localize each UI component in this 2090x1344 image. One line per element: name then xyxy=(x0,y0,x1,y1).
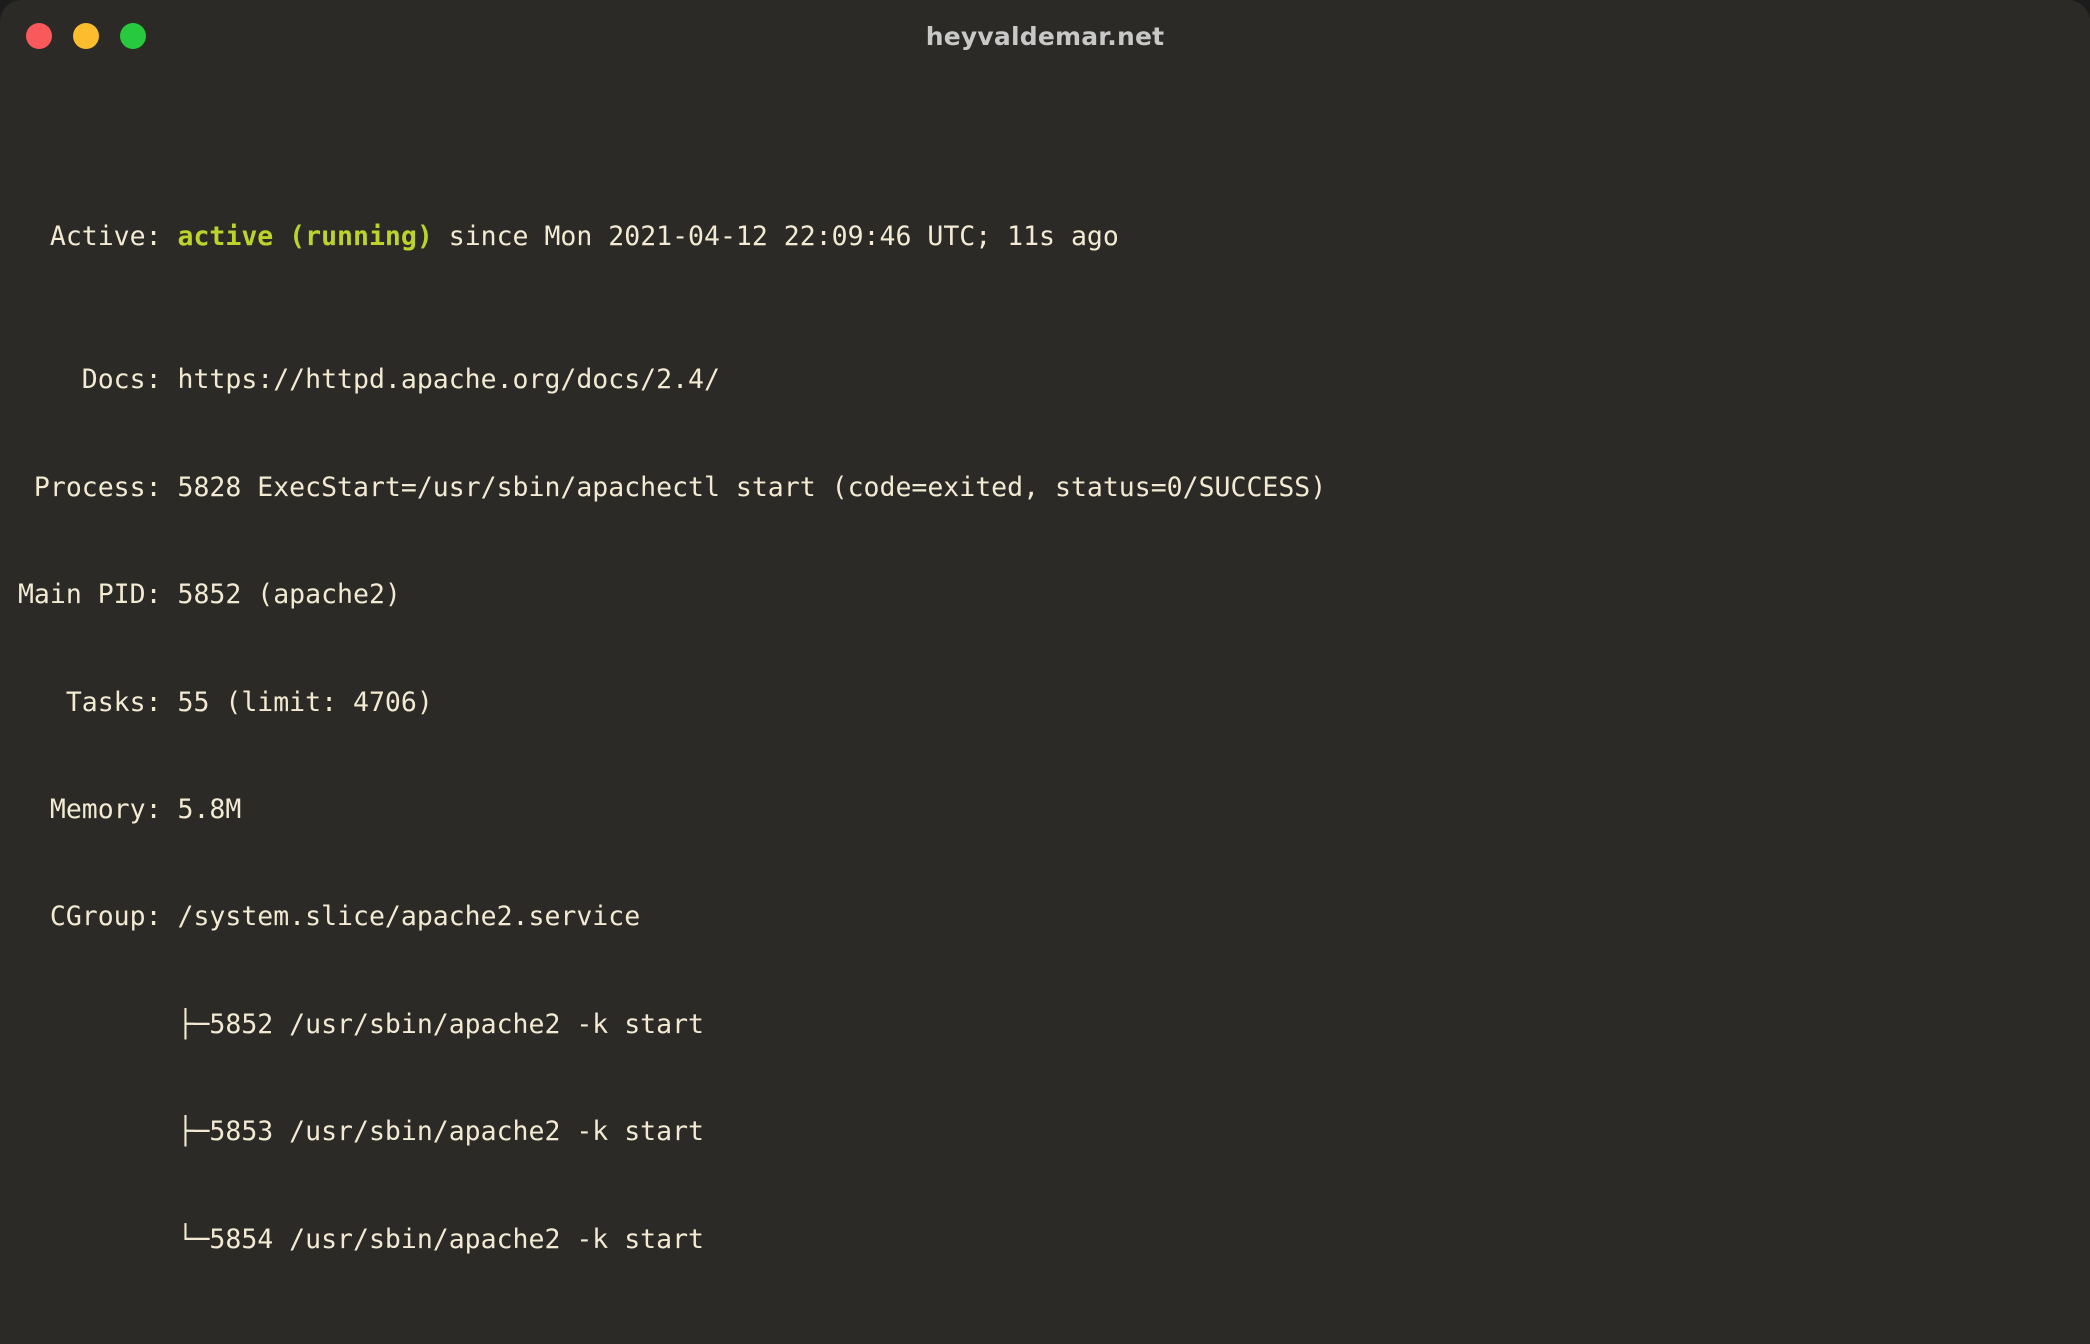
window-title: heyvaldemar.net xyxy=(925,21,1165,51)
status-line-tasks: Tasks: 55 (limit: 4706) xyxy=(2,686,433,718)
cgroup-child-line: ├─5853 /usr/sbin/apache2 -k start xyxy=(2,1116,704,1148)
minimize-button[interactable] xyxy=(73,23,99,49)
active-since: since Mon 2021-04-12 22:09:46 UTC; 11s a… xyxy=(432,221,1119,253)
cgroup-child-line: └─5854 /usr/sbin/apache2 -k start xyxy=(2,1223,704,1255)
window-controls xyxy=(26,23,146,49)
active-state: active (running) xyxy=(177,221,433,253)
status-line-main-pid: Main PID: 5852 (apache2) xyxy=(2,579,401,611)
status-line-process: Process: 5828 ExecStart=/usr/sbin/apache… xyxy=(2,471,1327,503)
status-line-cgroup: CGroup: /system.slice/apache2.service xyxy=(2,901,641,933)
status-line-active: Active: active (running) since Mon 2021-… xyxy=(2,219,2090,255)
maximize-button[interactable] xyxy=(120,23,146,49)
close-button[interactable] xyxy=(26,23,52,49)
active-label: Active: xyxy=(2,221,178,253)
status-line-docs: Docs: https://httpd.apache.org/docs/2.4/ xyxy=(2,364,720,396)
title-bar: heyvaldemar.net xyxy=(0,0,2090,72)
terminal-output: Active: active (running) since Mon 2021-… xyxy=(2,76,2090,1344)
cgroup-child-line: ├─5852 /usr/sbin/apache2 -k start xyxy=(2,1008,704,1040)
terminal-window: heyvaldemar.net Active: active (running)… xyxy=(0,0,2090,1344)
terminal-screen[interactable]: Active: active (running) since Mon 2021-… xyxy=(0,72,2090,1344)
status-line-memory: Memory: 5.8M xyxy=(2,793,242,825)
